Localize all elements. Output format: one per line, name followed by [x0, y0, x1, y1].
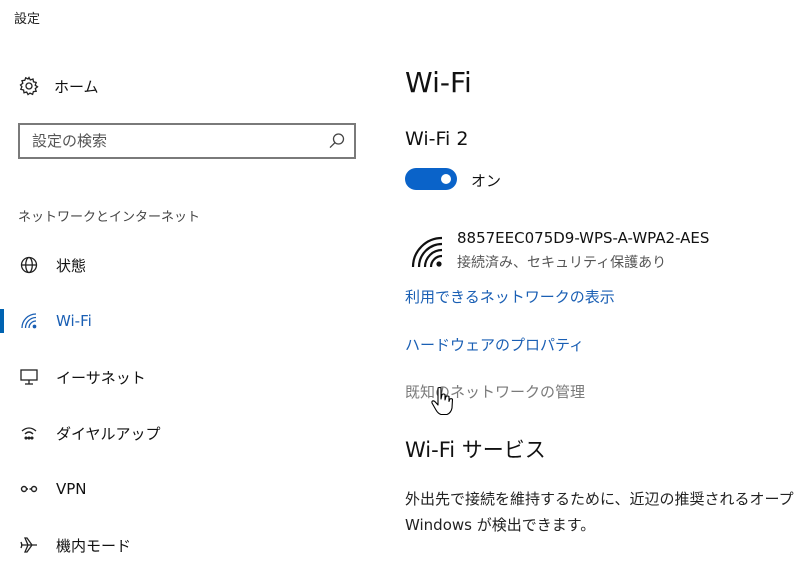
- home-label: ホーム: [54, 77, 99, 96]
- description-line: 外出先で接続を維持するために、近辺の推奨されるオープ: [405, 490, 794, 508]
- ethernet-icon: [18, 366, 40, 388]
- settings-search-box[interactable]: [18, 123, 356, 159]
- description-line: Windows が検出できます。: [405, 516, 596, 534]
- wifi-signal-icon: [409, 234, 445, 270]
- show-available-networks-link[interactable]: 利用できるネットワークの表示: [405, 286, 615, 307]
- sidebar-item-ethernet[interactable]: イーサネット: [0, 362, 380, 392]
- sidebar-item-label: 機内モード: [56, 536, 132, 555]
- search-icon[interactable]: [328, 132, 346, 150]
- section-header: ネットワークとインターネット: [18, 210, 201, 225]
- toggle-knob: [441, 174, 451, 184]
- active-indicator: [0, 309, 4, 333]
- gear-icon: [18, 75, 40, 97]
- adapter-name: Wi-Fi 2: [405, 128, 469, 150]
- sidebar-item-label: VPN: [56, 480, 87, 498]
- sidebar-item-label: イーサネット: [56, 368, 146, 387]
- airplane-icon: [18, 534, 40, 556]
- hardware-properties-link[interactable]: ハードウェアのプロパティ: [405, 334, 584, 355]
- page-title: Wi-Fi: [405, 66, 472, 99]
- sidebar-item-vpn[interactable]: VPN: [0, 474, 380, 504]
- wifi-toggle[interactable]: [405, 168, 457, 190]
- vpn-icon: [18, 478, 40, 500]
- sidebar-item-wifi[interactable]: Wi-Fi: [0, 306, 380, 336]
- sidebar-item-label: ダイヤルアップ: [56, 424, 161, 443]
- app-title: 設定: [14, 12, 41, 27]
- network-ssid: 8857EEC075D9-WPS-A-WPA2-AES: [457, 229, 710, 247]
- wifi-services-description: 外出先で接続を維持するために、近辺の推奨されるオープ Windows が検出でき…: [405, 486, 800, 538]
- manage-known-networks-link[interactable]: 既知のネットワークの管理: [405, 381, 585, 402]
- wifi-services-heading: Wi-Fi サービス: [405, 438, 546, 462]
- dialup-icon: [18, 422, 40, 444]
- wifi-icon: [18, 310, 40, 332]
- main-content: Wi-Fi Wi-Fi 2 オン 8857EEC075D9-WPS-A-WPA2…: [405, 0, 800, 561]
- globe-icon: [18, 254, 40, 276]
- search-input[interactable]: [32, 131, 312, 151]
- sidebar-item-airplane-mode[interactable]: 機内モード: [0, 530, 380, 560]
- sidebar-item-status[interactable]: 状態: [0, 250, 380, 280]
- sidebar-item-label: 状態: [56, 256, 87, 275]
- connected-network[interactable]: 8857EEC075D9-WPS-A-WPA2-AES 接続済み、セキュリティ保…: [405, 226, 800, 276]
- home-nav-item[interactable]: ホーム: [18, 73, 99, 99]
- toggle-state-label: オン: [471, 172, 502, 190]
- sidebar-item-label: Wi-Fi: [56, 312, 92, 330]
- sidebar: ホーム ネットワークとインターネット 状態: [0, 34, 380, 561]
- network-status: 接続済み、セキュリティ保護あり: [457, 255, 667, 271]
- sidebar-item-dialup[interactable]: ダイヤルアップ: [0, 418, 380, 448]
